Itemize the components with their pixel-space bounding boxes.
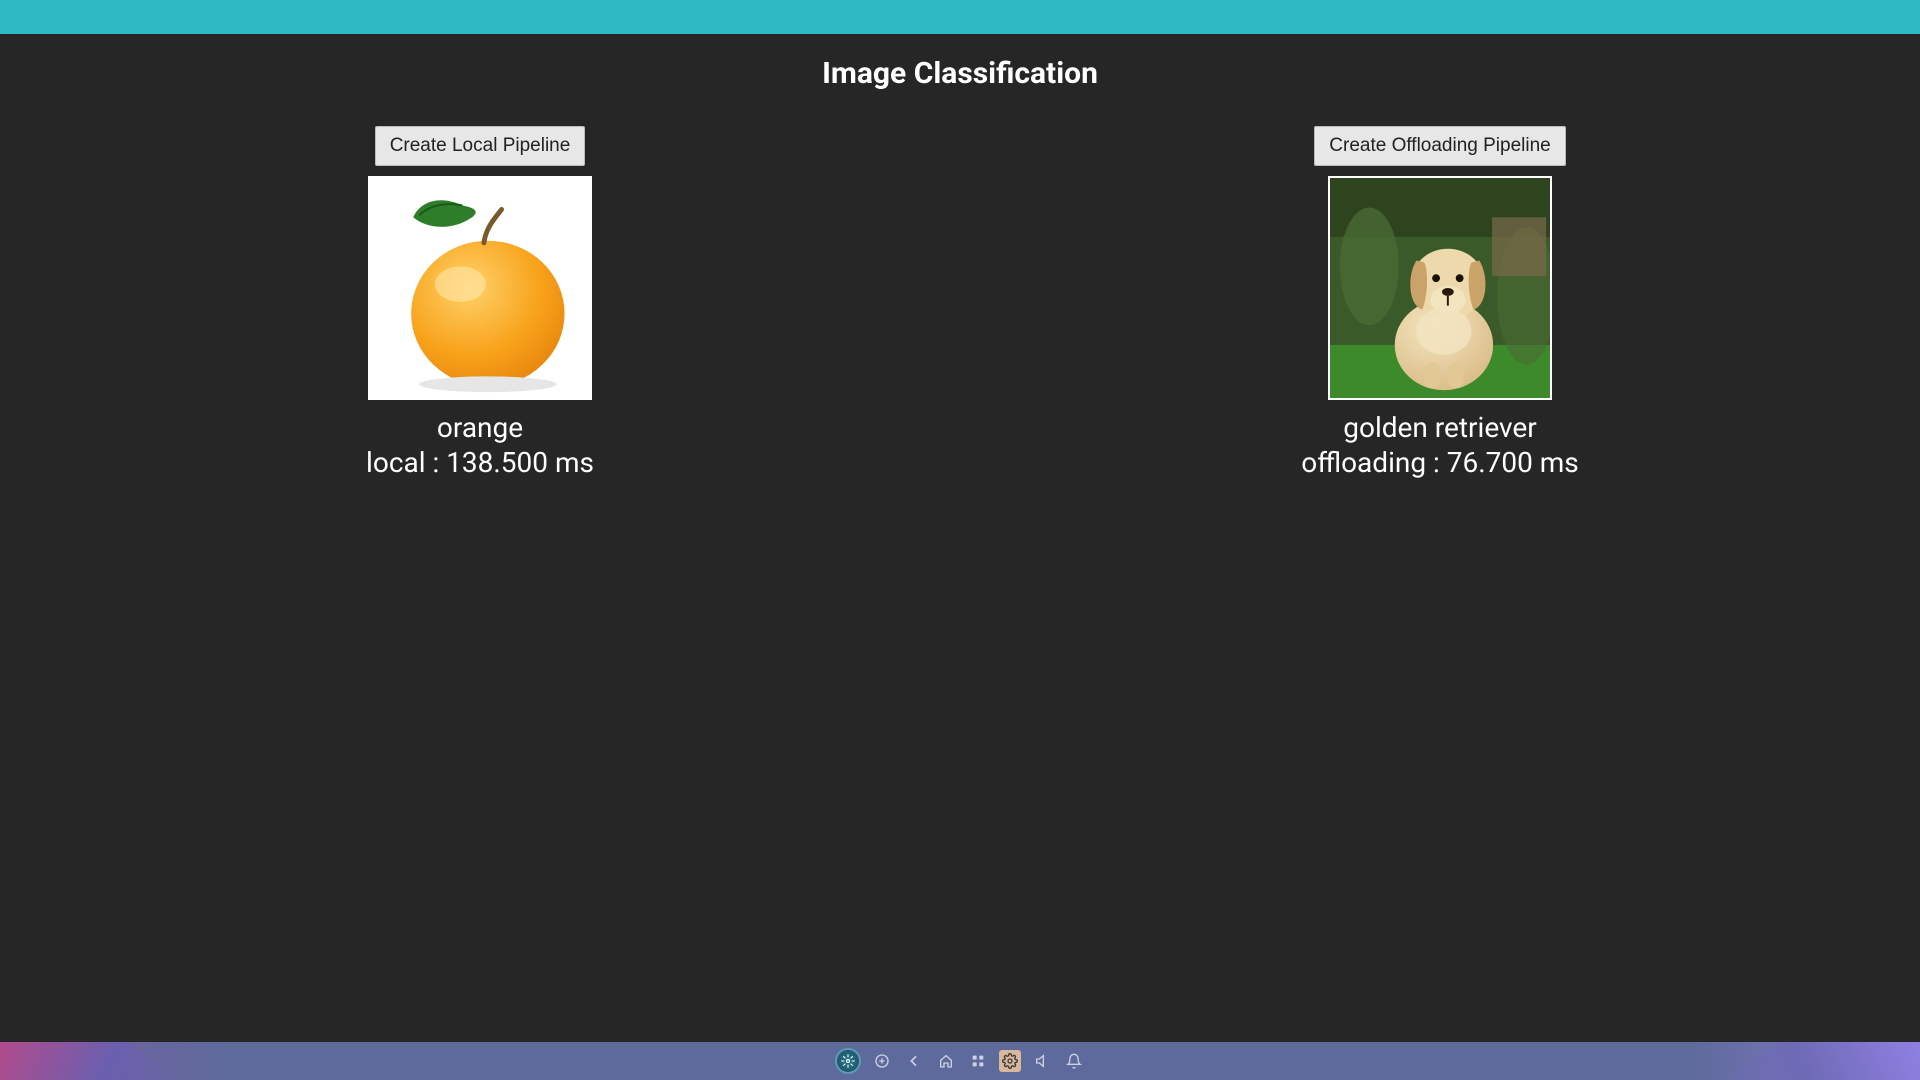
orange-image-icon: [370, 176, 590, 400]
local-panel: Create Local Pipeline orange local : 138…: [240, 126, 720, 480]
back-icon[interactable]: [903, 1050, 925, 1072]
apps-icon[interactable]: [967, 1050, 989, 1072]
add-icon[interactable]: [871, 1050, 893, 1072]
window-title-bar: [0, 0, 1920, 34]
taskbar-decor-right: [1720, 1042, 1920, 1080]
volume-icon[interactable]: [1031, 1050, 1053, 1072]
local-input-image: [368, 176, 592, 400]
taskbar-icons: [835, 1048, 1085, 1074]
notifications-icon[interactable]: [1063, 1050, 1085, 1072]
offloading-panel: Create Offloading Pipeline: [1200, 126, 1680, 480]
offloading-class-label: golden retriever: [1343, 410, 1536, 445]
offloading-input-image: [1328, 176, 1552, 400]
system-taskbar: [0, 1042, 1920, 1080]
home-icon[interactable]: [935, 1050, 957, 1072]
system-logo-icon[interactable]: [835, 1048, 861, 1074]
create-local-pipeline-button[interactable]: Create Local Pipeline: [375, 126, 586, 166]
offloading-timing-label: offloading : 76.700 ms: [1301, 445, 1579, 480]
local-class-label: orange: [437, 410, 523, 445]
dog-image-icon: [1330, 176, 1550, 400]
page-title: Image Classification: [0, 56, 1920, 91]
create-offloading-pipeline-button[interactable]: Create Offloading Pipeline: [1314, 126, 1565, 166]
taskbar-decor-left: [0, 1042, 180, 1080]
settings-icon[interactable]: [999, 1050, 1021, 1072]
local-timing-label: local : 138.500 ms: [366, 445, 594, 480]
